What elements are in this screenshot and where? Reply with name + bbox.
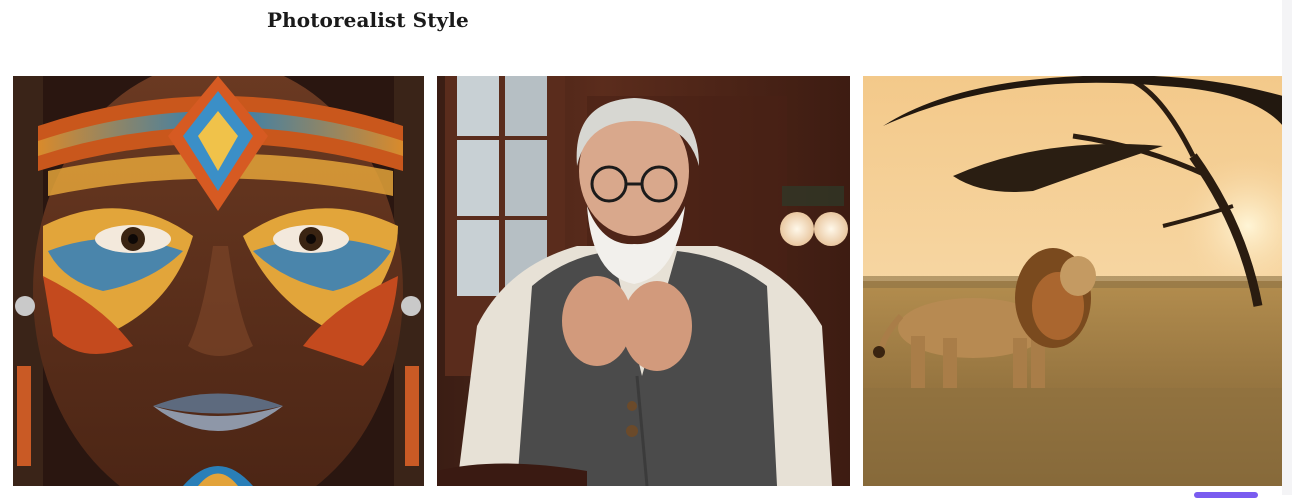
gallery-image-elderly-man[interactable] <box>437 76 850 486</box>
section-title: Photorealist Style <box>267 8 469 32</box>
portrait-image <box>13 76 424 486</box>
lion-savanna-image <box>863 76 1283 486</box>
elderly-man-image <box>437 76 850 486</box>
gallery-image-face-paint-portrait[interactable] <box>13 76 424 486</box>
scrollbar-track[interactable] <box>1282 0 1292 495</box>
gallery-image-lion-savanna[interactable] <box>863 76 1283 486</box>
accent-button-edge[interactable] <box>1194 492 1258 498</box>
